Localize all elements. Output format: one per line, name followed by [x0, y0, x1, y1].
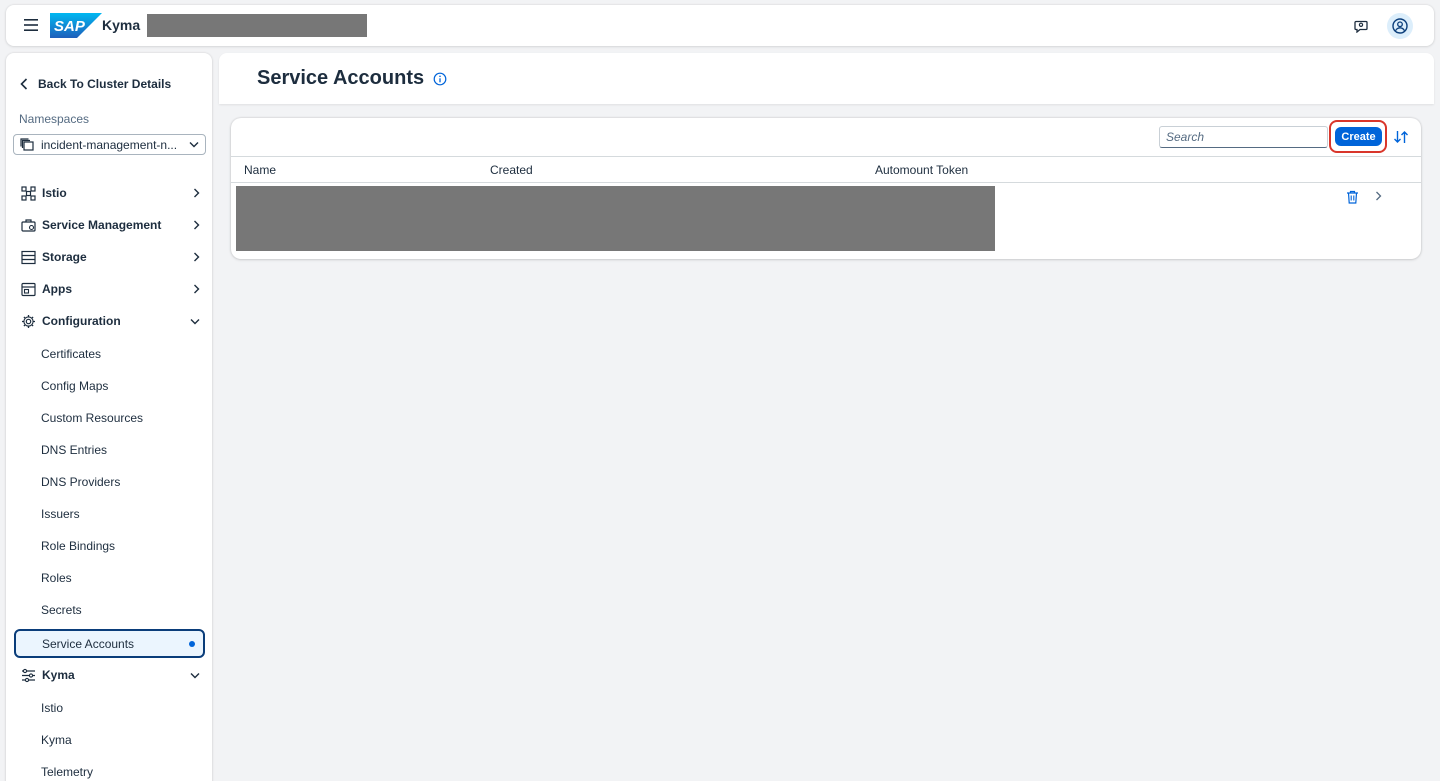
apps-icon: [20, 281, 36, 297]
column-header-name[interactable]: Name: [244, 163, 276, 177]
namespace-icon: [20, 138, 34, 151]
chevron-right-icon[interactable]: [1371, 189, 1385, 203]
page-header: Service Accounts: [219, 53, 1434, 104]
sidebar-item-kyma-telemetry[interactable]: Telemetry: [41, 765, 93, 779]
selected-indicator-dot: [189, 640, 195, 647]
nav-group-istio[interactable]: Istio: [20, 182, 200, 204]
sidebar-item-secrets[interactable]: Secrets: [41, 603, 82, 617]
sort-icon[interactable]: [1392, 128, 1410, 146]
sliders-icon: [20, 667, 36, 683]
product-name: Kyma: [102, 17, 141, 33]
back-to-cluster-details-link[interactable]: Back To Cluster Details: [20, 75, 171, 93]
nav-group-label: Apps: [42, 282, 72, 296]
sidebar-item-kyma-kyma[interactable]: Kyma: [41, 733, 72, 747]
sidebar-item-label: Service Accounts: [42, 636, 135, 651]
back-label: Back To Cluster Details: [38, 77, 172, 91]
sidebar-item-custom-resources[interactable]: Custom Resources: [41, 411, 143, 425]
sidebar-item-dns-entries[interactable]: DNS Entries: [41, 443, 107, 457]
nav-group-storage[interactable]: Storage: [20, 246, 200, 268]
search-input[interactable]: [1159, 126, 1328, 148]
redacted-table-row[interactable]: [236, 186, 995, 251]
redacted-cluster-name: [147, 14, 367, 37]
create-button-highlight: Create: [1329, 120, 1387, 153]
gear-icon: [20, 313, 36, 329]
create-button[interactable]: Create: [1335, 127, 1382, 146]
column-header-automount-token[interactable]: Automount Token: [875, 163, 968, 177]
hamburger-menu-icon[interactable]: [20, 14, 42, 36]
storage-icon: [20, 249, 36, 265]
sidebar-item-dns-providers[interactable]: DNS Providers: [41, 475, 120, 489]
nav-group-label: Configuration: [42, 314, 121, 328]
service-accounts-table: Create Name Created Automount Token: [231, 118, 1421, 259]
nav-group-configuration[interactable]: Configuration: [20, 310, 200, 332]
chevron-down-icon: [190, 672, 200, 678]
table-header: Name Created Automount Token: [231, 156, 1421, 183]
nav-group-apps[interactable]: Apps: [20, 278, 200, 300]
shell-bar: SAP Kyma: [6, 5, 1434, 46]
sidebar-item-config-maps[interactable]: Config Maps: [41, 379, 108, 393]
page-title: Service Accounts: [257, 67, 425, 89]
sidebar-item-certificates[interactable]: Certificates: [41, 347, 101, 361]
svg-text:SAP: SAP: [54, 18, 86, 35]
namespace-value: incident-management-n...: [41, 137, 178, 152]
info-icon[interactable]: [433, 72, 447, 86]
namespace-select[interactable]: incident-management-n...: [13, 134, 206, 155]
delete-icon[interactable]: [1344, 189, 1360, 205]
nav-group-label: Service Management: [42, 218, 162, 232]
chevron-down-icon: [190, 318, 200, 324]
sidebar-item-kyma-istio[interactable]: Istio: [41, 701, 63, 715]
nav-group-kyma[interactable]: Kyma: [20, 664, 200, 686]
sap-logo[interactable]: SAP: [50, 13, 102, 38]
chevron-down-icon: [189, 142, 199, 148]
side-navigation: Back To Cluster Details Namespaces incid…: [6, 53, 212, 781]
briefcase-icon: [20, 217, 36, 233]
chevron-right-icon: [194, 284, 200, 294]
chevron-right-icon: [194, 220, 200, 230]
user-avatar-icon[interactable]: [1387, 13, 1413, 39]
chevron-right-icon: [194, 252, 200, 262]
network-icon: [20, 185, 36, 201]
sidebar-item-role-bindings[interactable]: Role Bindings: [41, 539, 115, 553]
nav-group-label: Kyma: [42, 668, 75, 682]
namespaces-label: Namespaces: [19, 112, 90, 126]
nav-group-label: Storage: [42, 250, 87, 264]
nav-group-service-management[interactable]: Service Management: [20, 214, 200, 236]
chevron-right-icon: [194, 188, 200, 198]
sidebar-item-service-accounts[interactable]: Service Accounts: [14, 629, 205, 658]
sidebar-item-issuers[interactable]: Issuers: [41, 507, 80, 521]
nav-group-label: Istio: [42, 186, 67, 200]
feedback-icon[interactable]: [1348, 13, 1374, 39]
sidebar-item-roles[interactable]: Roles: [41, 571, 72, 585]
column-header-created[interactable]: Created: [490, 163, 533, 177]
chevron-left-icon: [20, 78, 28, 90]
